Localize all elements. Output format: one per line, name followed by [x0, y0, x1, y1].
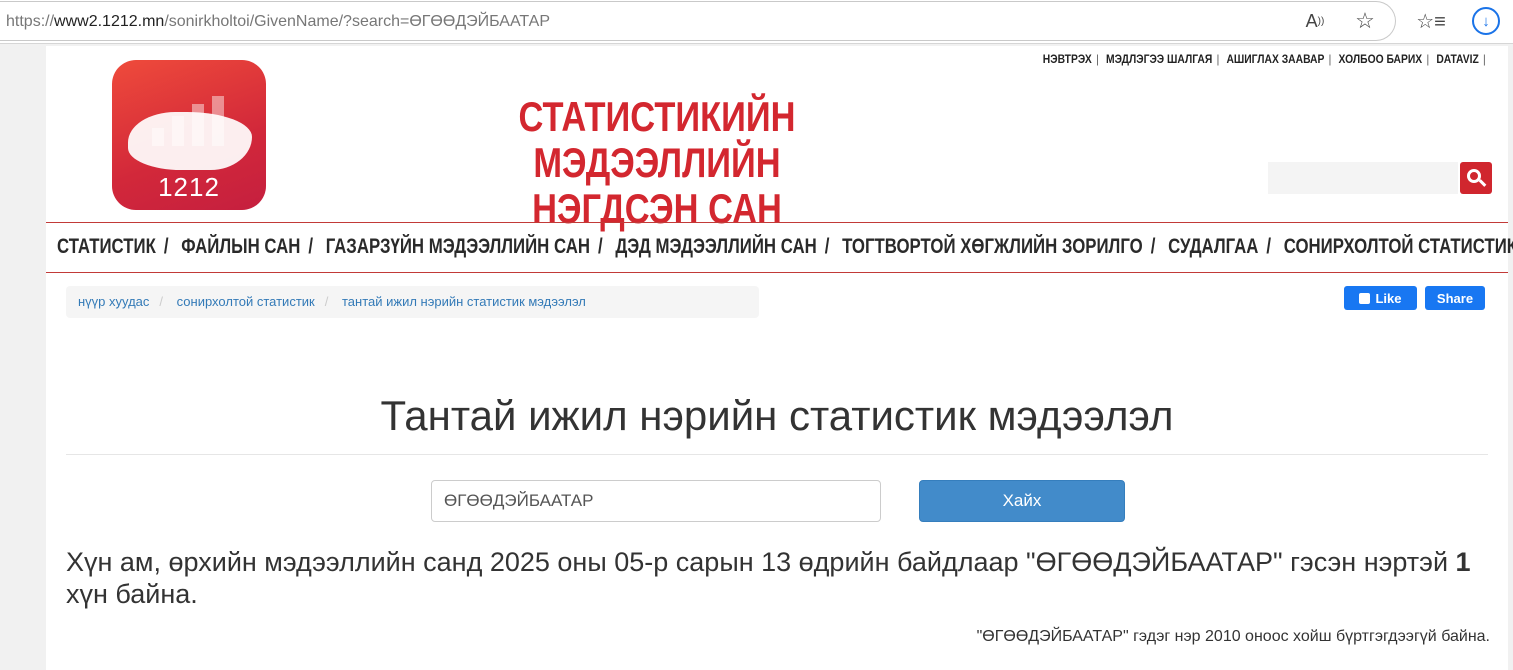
- site-title-line1: СТАТИСТИКИЙН МЭДЭЭЛЛИЙН: [518, 93, 796, 186]
- page-title: Тантай ижил нэрийн статистик мэдээлэл: [380, 392, 1174, 439]
- nav-item-geo-data[interactable]: ГАЗАРЗҮЙН МЭДЭЭЛЛИЙН САН: [326, 235, 590, 258]
- url-text[interactable]: https://www2.1212.mn/sonirkholtoi/GivenN…: [6, 13, 550, 31]
- nav-item-interesting-stats[interactable]: СОНИРХОЛТОЙ СТАТИСТИК: [1284, 235, 1513, 258]
- url-path: /sonirkholtoi/GivenName/?search=ӨГӨӨДЭЙБ…: [164, 13, 550, 30]
- site-search: [1268, 162, 1492, 194]
- link-dataviz[interactable]: DATAVIZ: [1436, 52, 1478, 66]
- read-aloud-icon[interactable]: A)): [1302, 8, 1328, 34]
- web-page: 1212 СТАТИСТИКИЙН МЭДЭЭЛЛИЙН НЭГДСЭН САН…: [46, 46, 1513, 670]
- divider: [66, 454, 1488, 455]
- search-icon: [1467, 169, 1481, 183]
- thumbs-up-icon: [1359, 292, 1371, 304]
- top-links: НЭВТРЭХ | МЭДЛЭГЭЭ ШАЛГАЯ | АШИГЛАХ ЗААВАР…: [1042, 52, 1486, 66]
- main-nav: СТАТИСТИК / ФАЙЛЫН САН / ГАЗАРЗҮЙН МЭДЭЭЛЛ…: [46, 222, 1513, 273]
- result-count: 1: [1455, 547, 1471, 577]
- breadcrumb-home[interactable]: нүүр хуудас: [78, 294, 149, 309]
- site-search-input[interactable]: [1268, 162, 1458, 194]
- facebook-share-button[interactable]: Share: [1425, 286, 1485, 310]
- logo-text: 1212: [158, 172, 220, 202]
- like-label: Like: [1375, 290, 1402, 306]
- site-title: СТАТИСТИКИЙН МЭДЭЭЛЛИЙН НЭГДСЭН САН: [427, 94, 888, 232]
- facebook-like-button[interactable]: Like: [1344, 286, 1417, 310]
- share-label: Share: [1436, 290, 1474, 306]
- download-icon[interactable]: ↓: [1472, 7, 1500, 35]
- nav-item-sub-data[interactable]: ДЭД МЭДЭЭЛЛИЙН САН: [615, 235, 816, 258]
- registration-note: "ӨГӨӨДЭЙБААТАР" гэдэг нэр 2010 оноос хой…: [976, 628, 1490, 645]
- name-search-input[interactable]: [431, 480, 881, 522]
- link-contact[interactable]: ХОЛБОО БАРИХ: [1338, 52, 1422, 66]
- mongolia-map-icon: [128, 112, 252, 170]
- breadcrumb-interesting-stats[interactable]: сонирхолтой статистик: [177, 294, 315, 309]
- breadcrumb: нүүр хуудас / сонирхолтой статистик / тант…: [66, 286, 759, 318]
- nav-item-file-archive[interactable]: ФАЙЛЫН САН: [181, 235, 300, 258]
- result-text: Хүн ам, өрхийн мэдээллийн санд 2025 оны …: [66, 546, 1486, 610]
- result-text-part1: Хүн ам, өрхийн мэдээллийн санд 2025 оны …: [66, 547, 1456, 577]
- link-guide[interactable]: АШИГЛАХ ЗААВАР: [1226, 52, 1324, 66]
- search-submit-button[interactable]: Хайх: [919, 480, 1125, 522]
- result-text-part2: хүн байна.: [66, 579, 198, 609]
- url-prefix: https://: [6, 13, 55, 30]
- address-bar[interactable]: https://www2.1212.mn/sonirkholtoi/GivenN…: [0, 1, 1396, 41]
- nav-item-research[interactable]: СУДАЛГАА: [1168, 235, 1258, 258]
- nav-item-statistics[interactable]: СТАТИСТИК: [57, 235, 156, 258]
- browser-toolbar: https://www2.1212.mn/sonirkholtoi/GivenN…: [0, 0, 1513, 44]
- url-host: www2.1212.mn: [54, 13, 165, 30]
- favorite-star-icon[interactable]: ☆: [1352, 8, 1378, 34]
- link-quiz[interactable]: МЭДЛЭГЭЭ ШАЛГАЯ: [1106, 52, 1212, 66]
- site-logo[interactable]: 1212: [112, 60, 266, 210]
- favorites-list-icon[interactable]: ☆≡: [1416, 8, 1446, 34]
- breadcrumb-current[interactable]: тантай ижил нэрийн статистик мэдээлэл: [342, 294, 586, 309]
- link-login[interactable]: НЭВТРЭХ: [1043, 52, 1092, 66]
- site-search-button[interactable]: [1460, 162, 1492, 194]
- nav-item-sdg[interactable]: ТОГТВОРТОЙ ХӨГЖЛИЙН ЗОРИЛГО: [842, 235, 1143, 258]
